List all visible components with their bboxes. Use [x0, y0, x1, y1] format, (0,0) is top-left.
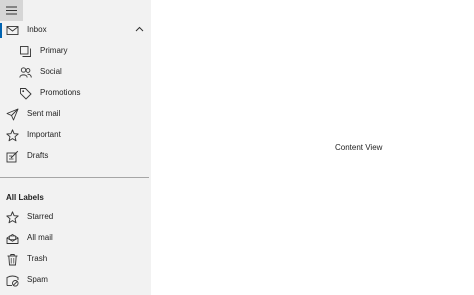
spam-icon — [6, 275, 19, 287]
trash-icon — [7, 254, 18, 266]
tag-icon — [20, 88, 32, 100]
nav-item-spam[interactable]: Spam — [0, 270, 151, 291]
send-icon — [6, 108, 19, 121]
nav-item-label: Spam — [27, 275, 48, 284]
nav-item-label: Important — [27, 130, 61, 139]
mail-icon — [6, 26, 19, 35]
pane-divider — [0, 177, 149, 178]
nav-item-label: Sent mail — [27, 109, 61, 118]
content-frame: Content View — [151, 0, 474, 295]
content-placeholder: Content View — [335, 143, 383, 152]
nav-item-label: Drafts — [27, 151, 49, 160]
nav-item-label: Primary — [40, 46, 68, 55]
star-icon — [6, 129, 19, 142]
labels-section-header: All Labels — [6, 193, 44, 202]
nav-item-promotions[interactable]: Promotions — [0, 83, 151, 104]
people-icon — [19, 67, 32, 78]
nav-item-all-mail[interactable]: All mail — [0, 228, 151, 249]
nav-item-primary[interactable]: Primary — [0, 41, 151, 62]
selection-indicator — [0, 23, 2, 38]
star-icon — [6, 211, 19, 224]
nav-item-label: All mail — [27, 233, 53, 242]
nav-item-trash[interactable]: Trash — [0, 249, 151, 270]
nav-item-sent-mail[interactable]: Sent mail — [0, 104, 151, 125]
nav-item-important[interactable]: Important — [0, 125, 151, 146]
draft-icon — [6, 150, 19, 163]
nav-item-label: Trash — [27, 254, 48, 263]
nav-item-starred[interactable]: Starred — [0, 207, 151, 228]
nav-item-label: Inbox — [27, 25, 47, 34]
all-mail-icon — [6, 234, 19, 244]
nav-item-drafts[interactable]: Drafts — [0, 146, 151, 167]
nav-item-label: Starred — [27, 212, 54, 221]
nav-item-label: Promotions — [40, 88, 81, 97]
app-window: Inbox Primary Social Promotions Sent mai… — [0, 0, 474, 295]
nav-item-inbox[interactable]: Inbox — [0, 20, 151, 41]
navigation-pane: Inbox Primary Social Promotions Sent mai… — [0, 0, 151, 295]
nav-item-label: Social — [40, 67, 62, 76]
primary-icon — [20, 46, 31, 57]
nav-item-social[interactable]: Social — [0, 62, 151, 83]
chevron-up-icon[interactable] — [135, 25, 144, 34]
menu-toggle-button[interactable] — [0, 0, 23, 21]
hamburger-icon — [6, 6, 17, 15]
